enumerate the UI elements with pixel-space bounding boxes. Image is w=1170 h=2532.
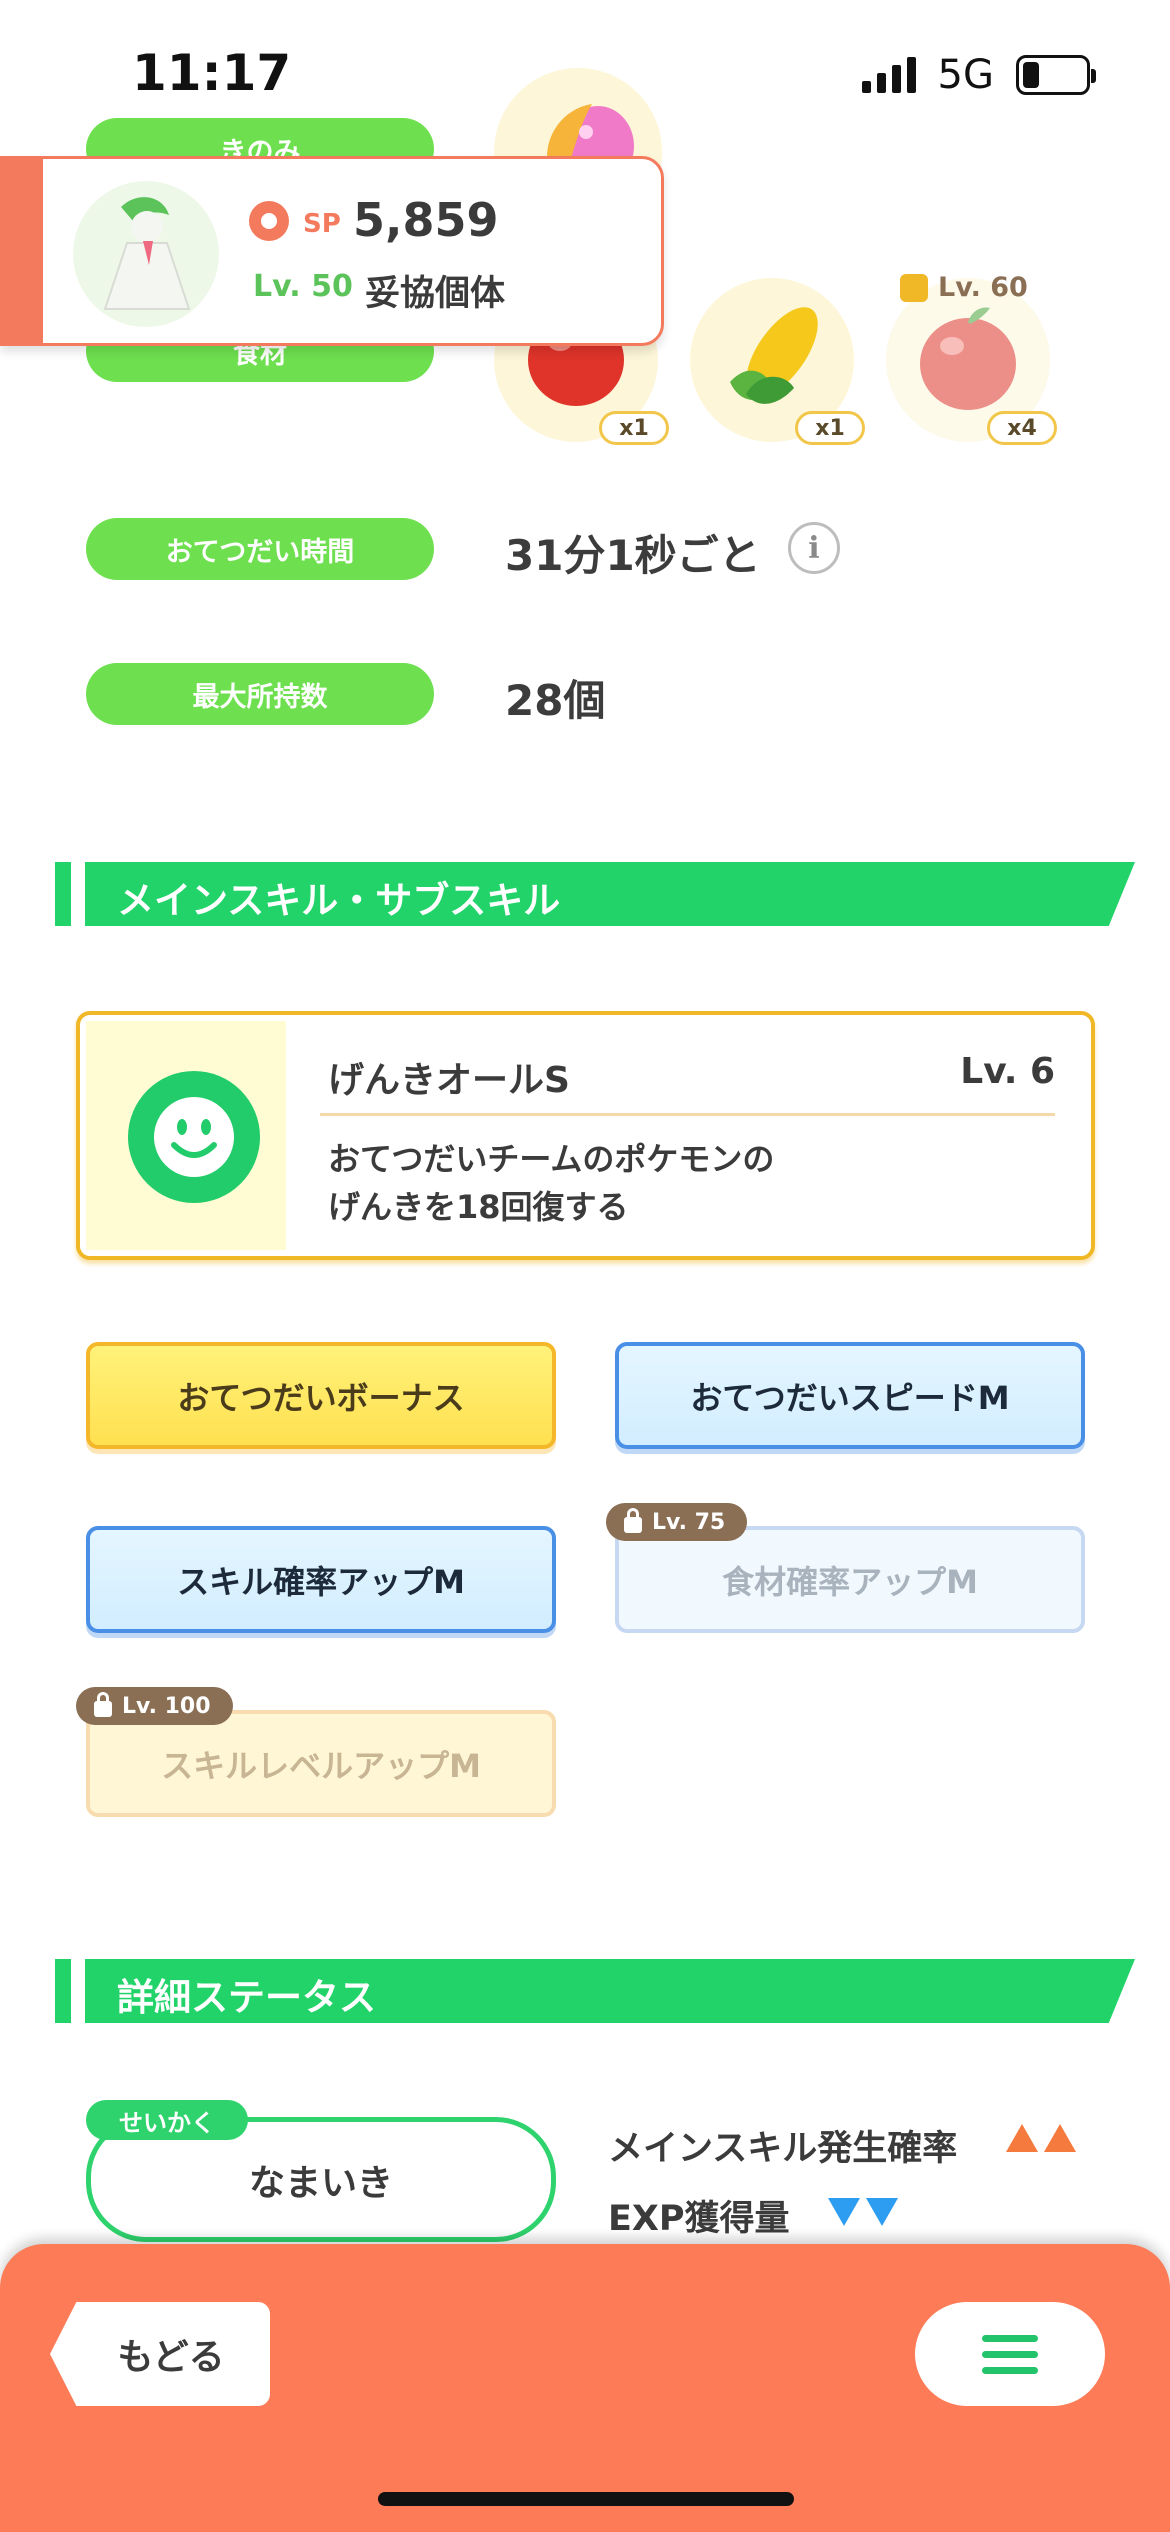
max-carry-value: 28個: [505, 676, 606, 725]
pokemon-level: Lv. 50: [253, 269, 353, 304]
sub-skill-1[interactable]: おてつだいボーナス: [86, 1342, 556, 1449]
stat-down-arrows-icon: [828, 2198, 898, 2226]
status-time: 11:17: [132, 44, 292, 102]
divider: [320, 1113, 1055, 1116]
stat-up-arrows-icon: [1006, 2124, 1076, 2152]
help-time-value: 31分1秒ごと: [505, 531, 761, 580]
main-skill-card[interactable]: げんきオールS Lv. 6 おてつだいチームのポケモンの げんきを18回復する: [76, 1011, 1095, 1260]
pokemon-status: 妥協個体: [365, 274, 506, 314]
sub-skill-4[interactable]: 食材確率アップM: [615, 1526, 1085, 1633]
ingredient-qty-2: x1: [795, 411, 865, 445]
lock-icon: [900, 273, 928, 302]
details-section-header: 詳細ステータス: [55, 1959, 1135, 2023]
main-skill-level: Lv. 6: [960, 1051, 1055, 1092]
network-label: 5G: [937, 52, 994, 98]
help-time-label: おてつだい時間: [86, 518, 434, 580]
pokemon-sprite-icon: [103, 197, 191, 310]
smile-icon: [128, 1071, 260, 1203]
sub-skill-3[interactable]: スキル確率アップM: [86, 1526, 556, 1633]
status-indicators: 5G: [861, 52, 1096, 98]
pokemon-avatar: [73, 181, 219, 327]
sub-skill-5-lock: Lv. 100: [76, 1687, 233, 1725]
sp-icon: [249, 201, 289, 241]
pokemon-summary-card[interactable]: SP 5,859 Lv. 50 妥協個体: [0, 156, 664, 346]
nature-down-stat: EXP獲得量: [608, 2199, 790, 2239]
details-section-title: 詳細ステータス: [117, 1976, 376, 2019]
nature-up-stat: メインスキル発生確率: [608, 2129, 958, 2169]
menu-icon: [982, 2334, 1038, 2342]
main-skill-description: おてつだいチームのポケモンの げんきを18回復する: [328, 1140, 775, 1226]
sp-label: SP: [303, 209, 341, 239]
lock-icon: [94, 1691, 112, 1717]
signal-icon: [861, 57, 916, 93]
menu-button[interactable]: [915, 2302, 1105, 2406]
ingredient-qty-3: x4: [987, 411, 1057, 445]
lock-icon: [624, 1507, 642, 1533]
sp-value: 5,859: [353, 193, 499, 247]
battery-icon: [1016, 55, 1096, 95]
sub-skill-5[interactable]: スキルレベルアップM: [86, 1710, 556, 1817]
skills-section-title: メインスキル・サブスキル: [117, 879, 561, 922]
sub-skill-2[interactable]: おてつだいスピードM: [615, 1342, 1085, 1449]
ingredient-lock-tag: Lv. 60: [900, 272, 1028, 303]
max-carry-label: 最大所持数: [86, 663, 434, 725]
info-icon[interactable]: i: [788, 522, 840, 574]
sub-skill-4-lock: Lv. 75: [606, 1503, 748, 1541]
main-skill-name: げんきオールS: [328, 1060, 570, 1101]
nature-tag: せいかく: [86, 2100, 248, 2140]
skills-section-header: メインスキル・サブスキル: [55, 862, 1135, 926]
home-indicator: [378, 2492, 794, 2506]
ingredient-qty-1: x1: [599, 411, 669, 445]
back-button[interactable]: もどる: [50, 2302, 270, 2406]
